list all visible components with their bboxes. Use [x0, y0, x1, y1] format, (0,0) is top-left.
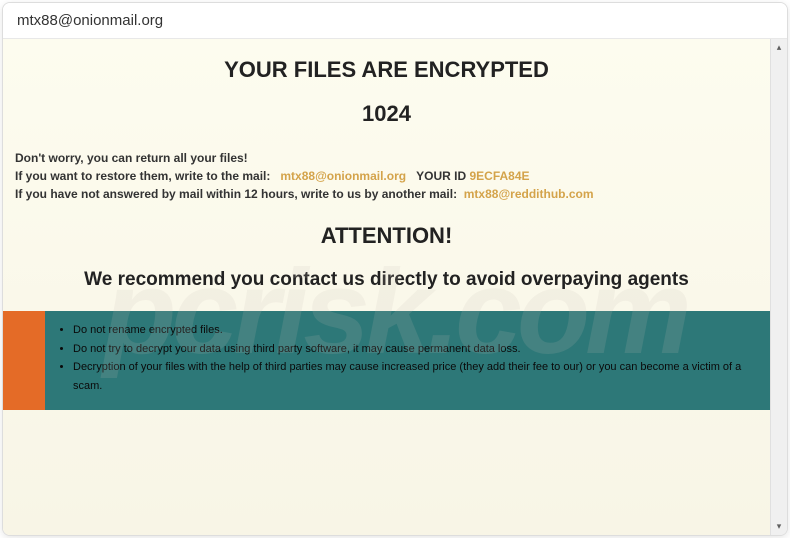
warning-box: Do not rename encrypted files. Do not tr…	[3, 311, 770, 410]
scroll-track[interactable]	[771, 56, 787, 518]
restore-line: If you want to restore them, write to th…	[15, 167, 758, 185]
attention-heading: ATTENTION!	[13, 223, 760, 249]
your-id-label: YOUR ID	[416, 169, 466, 183]
warning-accent-bar	[3, 311, 45, 410]
not-answered-prefix: If you have not answered by mail within …	[15, 187, 460, 201]
warning-item: Do not try to decrypt your data using th…	[73, 340, 752, 359]
title-bar[interactable]: mtx88@onionmail.org	[3, 3, 787, 39]
instructions-block: Don't worry, you can return all your fil…	[13, 149, 760, 203]
scroll-up-arrow-icon[interactable]: ▴	[771, 39, 787, 56]
main-heading: YOUR FILES ARE ENCRYPTED	[13, 57, 760, 83]
content-area: pcrisk.com YOUR FILES ARE ENCRYPTED 1024…	[3, 39, 787, 535]
warning-list: Do not rename encrypted files. Do not tr…	[45, 311, 770, 410]
id-number: 1024	[13, 101, 760, 127]
dont-worry-line: Don't worry, you can return all your fil…	[15, 149, 758, 167]
warning-item: Decryption of your files with the help o…	[73, 358, 752, 395]
window-title: mtx88@onionmail.org	[17, 12, 163, 29]
restore-prefix: If you want to restore them, write to th…	[15, 169, 274, 183]
not-answered-line: If you have not answered by mail within …	[15, 185, 758, 203]
warning-item: Do not rename encrypted files.	[73, 321, 752, 340]
vertical-scrollbar[interactable]: ▴ ▾	[770, 39, 787, 535]
your-id-value: 9ECFA84E	[469, 169, 529, 183]
primary-email: mtx88@onionmail.org	[280, 169, 406, 183]
scroll-down-arrow-icon[interactable]: ▾	[771, 518, 787, 535]
ransom-note-window: mtx88@onionmail.org pcrisk.com YOUR FILE…	[2, 2, 788, 536]
secondary-email: mtx88@reddithub.com	[464, 187, 594, 201]
ransom-note-body: YOUR FILES ARE ENCRYPTED 1024 Don't worr…	[3, 39, 770, 535]
recommendation-text: We recommend you contact us directly to …	[13, 269, 760, 291]
